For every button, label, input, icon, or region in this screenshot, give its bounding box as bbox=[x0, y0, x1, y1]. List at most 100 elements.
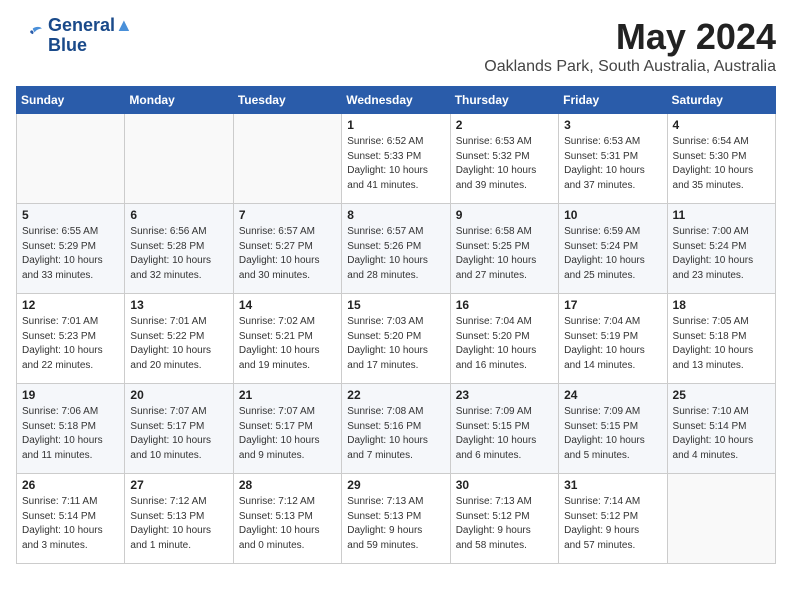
day-number: 17 bbox=[564, 298, 661, 312]
calendar-week-row: 26Sunrise: 7:11 AM Sunset: 5:14 PM Dayli… bbox=[17, 474, 776, 564]
calendar-cell: 14 Sunrise: 7:02 AM Sunset: 5:21 PM Dayli… bbox=[233, 294, 341, 384]
calendar-cell: 3Sunrise: 6:53 AM Sunset: 5:31 PM Daylig… bbox=[559, 114, 667, 204]
month-title: May 2024 bbox=[484, 16, 776, 58]
day-info: Sunrise: 7:07 AM Sunset: 5:17 PM Dayligh… bbox=[130, 405, 227, 463]
calendar-cell: 8 Sunrise: 6:57 AM Sunset: 5:26 PM Daylig… bbox=[342, 204, 450, 294]
day-number: 12 bbox=[22, 298, 119, 312]
calendar-cell: 21 Sunrise: 7:07 AM Sunset: 5:17 PM Dayli… bbox=[233, 384, 341, 474]
day-number: 28 bbox=[239, 478, 336, 492]
day-number: 21 bbox=[239, 388, 336, 402]
day-info: Sunrise: 7:12 AM Sunset: 5:13 PM Dayligh… bbox=[130, 495, 227, 553]
day-info: Sunrise: 6:57 AM Sunset: 5:27 PM Dayligh… bbox=[239, 225, 336, 283]
calendar-week-row: 12 Sunrise: 7:01 AM Sunset: 5:23 PM Dayli… bbox=[17, 294, 776, 384]
weekday-header-cell: Thursday bbox=[450, 87, 558, 114]
day-info: Sunrise: 7:01 AM Sunset: 5:22 PM Dayligh… bbox=[130, 315, 227, 373]
day-number: 18 bbox=[673, 298, 770, 312]
day-number: 29 bbox=[347, 478, 444, 492]
day-number: 30 bbox=[456, 478, 553, 492]
day-number: 10 bbox=[564, 208, 661, 222]
calendar-week-row: 1 Sunrise: 6:52 AM Sunset: 5:33 PM Daylig… bbox=[17, 114, 776, 204]
calendar-cell: 13Sunrise: 7:01 AM Sunset: 5:22 PM Dayli… bbox=[125, 294, 233, 384]
day-info: Sunrise: 7:08 AM Sunset: 5:16 PM Dayligh… bbox=[347, 405, 444, 463]
calendar-cell: 22 Sunrise: 7:08 AM Sunset: 5:16 PM Dayli… bbox=[342, 384, 450, 474]
day-number: 31 bbox=[564, 478, 661, 492]
logo: General▲ Blue bbox=[16, 16, 133, 56]
day-number: 23 bbox=[456, 388, 553, 402]
day-number: 4 bbox=[673, 118, 770, 132]
day-number: 9 bbox=[456, 208, 553, 222]
day-info: Sunrise: 7:12 AM Sunset: 5:13 PM Dayligh… bbox=[239, 495, 336, 553]
day-number: 20 bbox=[130, 388, 227, 402]
calendar-cell: 6 Sunrise: 6:56 AM Sunset: 5:28 PM Daylig… bbox=[125, 204, 233, 294]
day-info: Sunrise: 7:07 AM Sunset: 5:17 PM Dayligh… bbox=[239, 405, 336, 463]
weekday-header-cell: Tuesday bbox=[233, 87, 341, 114]
calendar-cell: 5Sunrise: 6:55 AM Sunset: 5:29 PM Daylig… bbox=[17, 204, 125, 294]
day-info: Sunrise: 7:04 AM Sunset: 5:20 PM Dayligh… bbox=[456, 315, 553, 373]
location-subtitle: Oaklands Park, South Australia, Australi… bbox=[484, 58, 776, 76]
calendar-cell: 31 Sunrise: 7:14 AM Sunset: 5:12 PM Dayli… bbox=[559, 474, 667, 564]
day-number: 15 bbox=[347, 298, 444, 312]
calendar-cell: 1 Sunrise: 6:52 AM Sunset: 5:33 PM Daylig… bbox=[342, 114, 450, 204]
day-info: Sunrise: 7:03 AM Sunset: 5:20 PM Dayligh… bbox=[347, 315, 444, 373]
day-number: 22 bbox=[347, 388, 444, 402]
calendar-week-row: 19Sunrise: 7:06 AM Sunset: 5:18 PM Dayli… bbox=[17, 384, 776, 474]
day-number: 16 bbox=[456, 298, 553, 312]
calendar-cell bbox=[125, 114, 233, 204]
day-info: Sunrise: 7:14 AM Sunset: 5:12 PM Dayligh… bbox=[564, 495, 661, 553]
title-block: May 2024 Oaklands Park, South Australia,… bbox=[484, 16, 776, 76]
day-number: 2 bbox=[456, 118, 553, 132]
calendar-cell: 27 Sunrise: 7:12 AM Sunset: 5:13 PM Dayli… bbox=[125, 474, 233, 564]
day-info: Sunrise: 7:02 AM Sunset: 5:21 PM Dayligh… bbox=[239, 315, 336, 373]
calendar-cell bbox=[233, 114, 341, 204]
day-number: 8 bbox=[347, 208, 444, 222]
calendar-cell: 4Sunrise: 6:54 AM Sunset: 5:30 PM Daylig… bbox=[667, 114, 775, 204]
day-info: Sunrise: 7:09 AM Sunset: 5:15 PM Dayligh… bbox=[456, 405, 553, 463]
calendar-cell bbox=[667, 474, 775, 564]
day-info: Sunrise: 6:52 AM Sunset: 5:33 PM Dayligh… bbox=[347, 135, 444, 193]
day-number: 25 bbox=[673, 388, 770, 402]
weekday-header-cell: Friday bbox=[559, 87, 667, 114]
day-info: Sunrise: 6:53 AM Sunset: 5:32 PM Dayligh… bbox=[456, 135, 553, 193]
calendar-cell: 28 Sunrise: 7:12 AM Sunset: 5:13 PM Dayli… bbox=[233, 474, 341, 564]
day-info: Sunrise: 7:11 AM Sunset: 5:14 PM Dayligh… bbox=[22, 495, 119, 553]
calendar-cell: 30Sunrise: 7:13 AM Sunset: 5:12 PM Dayli… bbox=[450, 474, 558, 564]
day-info: Sunrise: 6:58 AM Sunset: 5:25 PM Dayligh… bbox=[456, 225, 553, 283]
calendar-cell: 19Sunrise: 7:06 AM Sunset: 5:18 PM Dayli… bbox=[17, 384, 125, 474]
day-number: 27 bbox=[130, 478, 227, 492]
calendar-cell bbox=[17, 114, 125, 204]
calendar-cell: 23 Sunrise: 7:09 AM Sunset: 5:15 PM Dayli… bbox=[450, 384, 558, 474]
calendar-table: SundayMondayTuesdayWednesdayThursdayFrid… bbox=[16, 86, 776, 564]
day-number: 6 bbox=[130, 208, 227, 222]
day-number: 14 bbox=[239, 298, 336, 312]
day-info: Sunrise: 7:01 AM Sunset: 5:23 PM Dayligh… bbox=[22, 315, 119, 373]
day-info: Sunrise: 7:13 AM Sunset: 5:13 PM Dayligh… bbox=[347, 495, 444, 553]
day-info: Sunrise: 6:59 AM Sunset: 5:24 PM Dayligh… bbox=[564, 225, 661, 283]
day-info: Sunrise: 6:53 AM Sunset: 5:31 PM Dayligh… bbox=[564, 135, 661, 193]
day-info: Sunrise: 7:00 AM Sunset: 5:24 PM Dayligh… bbox=[673, 225, 770, 283]
calendar-cell: 29 Sunrise: 7:13 AM Sunset: 5:13 PM Dayli… bbox=[342, 474, 450, 564]
day-number: 5 bbox=[22, 208, 119, 222]
calendar-cell: 9 Sunrise: 6:58 AM Sunset: 5:25 PM Daylig… bbox=[450, 204, 558, 294]
calendar-cell: 20 Sunrise: 7:07 AM Sunset: 5:17 PM Dayli… bbox=[125, 384, 233, 474]
day-number: 1 bbox=[347, 118, 444, 132]
calendar-cell: 11 Sunrise: 7:00 AM Sunset: 5:24 PM Dayli… bbox=[667, 204, 775, 294]
weekday-header-cell: Sunday bbox=[17, 87, 125, 114]
weekday-header-cell: Saturday bbox=[667, 87, 775, 114]
day-info: Sunrise: 6:57 AM Sunset: 5:26 PM Dayligh… bbox=[347, 225, 444, 283]
day-number: 7 bbox=[239, 208, 336, 222]
weekday-header-row: SundayMondayTuesdayWednesdayThursdayFrid… bbox=[17, 87, 776, 114]
calendar-cell: 15 Sunrise: 7:03 AM Sunset: 5:20 PM Dayli… bbox=[342, 294, 450, 384]
day-number: 24 bbox=[564, 388, 661, 402]
calendar-cell: 2 Sunrise: 6:53 AM Sunset: 5:32 PM Daylig… bbox=[450, 114, 558, 204]
calendar-cell: 24Sunrise: 7:09 AM Sunset: 5:15 PM Dayli… bbox=[559, 384, 667, 474]
day-info: Sunrise: 7:10 AM Sunset: 5:14 PM Dayligh… bbox=[673, 405, 770, 463]
day-number: 11 bbox=[673, 208, 770, 222]
logo-icon bbox=[16, 25, 44, 47]
calendar-week-row: 5Sunrise: 6:55 AM Sunset: 5:29 PM Daylig… bbox=[17, 204, 776, 294]
day-info: Sunrise: 7:05 AM Sunset: 5:18 PM Dayligh… bbox=[673, 315, 770, 373]
day-number: 19 bbox=[22, 388, 119, 402]
page-header: General▲ Blue May 2024 Oaklands Park, So… bbox=[16, 16, 776, 76]
day-info: Sunrise: 6:56 AM Sunset: 5:28 PM Dayligh… bbox=[130, 225, 227, 283]
day-info: Sunrise: 7:04 AM Sunset: 5:19 PM Dayligh… bbox=[564, 315, 661, 373]
calendar-cell: 7 Sunrise: 6:57 AM Sunset: 5:27 PM Daylig… bbox=[233, 204, 341, 294]
